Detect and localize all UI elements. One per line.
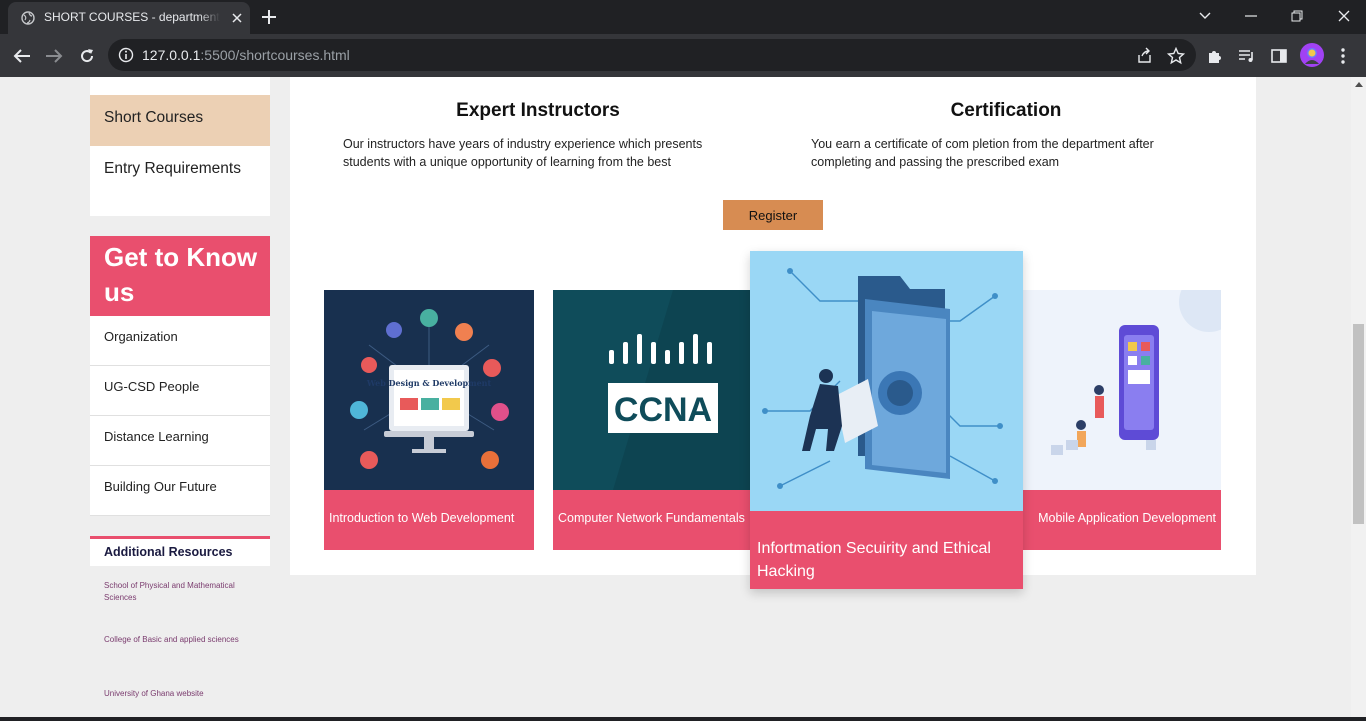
extensions-puzzle-icon[interactable] — [1205, 46, 1225, 66]
image-text-web-design: Web Design & Development — [366, 378, 492, 388]
restore-icon[interactable] — [1285, 6, 1309, 26]
browser-tab-bar: SHORT COURSES - department of Computer S… — [0, 0, 1366, 34]
course-image-security — [750, 251, 1023, 511]
course-title-network-fundamentals: Computer Network Fundamentals — [553, 490, 763, 550]
resource-link-college-basic-applied[interactable]: College of Basic and applied sciences — [104, 634, 264, 646]
sidebar-item-entry-requirements[interactable]: Entry Requirements — [104, 160, 241, 178]
image-text-ccna: CCNA — [614, 391, 712, 429]
sidebar-item-short-courses[interactable]: Short Courses — [90, 95, 270, 146]
globe-icon — [21, 11, 35, 25]
feature-title-expert-instructors: Expert Instructors — [456, 100, 620, 121]
sidebar-item-label: Short Courses — [104, 109, 204, 126]
sidebar-item-ug-csd-people[interactable]: UG-CSD People — [90, 366, 270, 416]
new-tab-icon[interactable] — [260, 8, 278, 26]
sidebar-item-distance-learning[interactable]: Distance Learning — [90, 416, 270, 466]
sidebar-item-building-our-future[interactable]: Building Our Future — [90, 466, 270, 516]
additional-resources: Additional Resources School of Physical … — [90, 536, 270, 717]
share-icon[interactable] — [1136, 47, 1154, 65]
course-image-mobile — [1011, 290, 1221, 490]
sidebar-nav: Short Courses Entry Requirements — [90, 77, 270, 216]
get-to-know-us-header: Get to Know us — [90, 236, 270, 316]
chevron-down-icon[interactable] — [1193, 6, 1217, 26]
get-to-know-us-list: Organization UG-CSD People Distance Lear… — [90, 316, 270, 516]
reload-icon[interactable] — [76, 45, 98, 67]
menu-dots-icon[interactable] — [1333, 46, 1353, 66]
resources-header: Additional Resources — [90, 536, 270, 566]
section-title: Get to Know us — [104, 242, 258, 307]
main-content: Expert Instructors Our instructors have … — [290, 77, 1256, 589]
course-title-web-development: Introduction to Web Development — [324, 490, 534, 550]
course-card-information-security[interactable]: Infortmation Secuirity and Ethical Hacki… — [750, 251, 1023, 589]
resource-link-university-of-ghana[interactable]: University of Ghana website — [104, 688, 264, 700]
profile-avatar[interactable] — [1300, 43, 1324, 67]
tab-title: SHORT COURSES - department of Computer S… — [44, 10, 220, 24]
window-bottom-edge — [0, 717, 1366, 721]
browser-toolbar: 127.0.0.1:5500/shortcourses.html — [0, 34, 1366, 77]
course-card-mobile-development[interactable]: Mobile Application Development — [1011, 290, 1221, 550]
resources-title: Additional Resources — [104, 545, 233, 559]
page-content: Short Courses Entry Requirements Get to … — [0, 77, 1351, 717]
forward-arrow-icon[interactable] — [43, 45, 65, 67]
resource-link-school-physical-math[interactable]: School of Physical and Mathematical Scie… — [104, 580, 264, 604]
course-card-network-fundamentals[interactable]: CCNA Computer Network Fundamentals — [553, 290, 763, 550]
url-text: 127.0.0.1:5500/shortcourses.html — [142, 47, 350, 63]
back-arrow-icon[interactable] — [11, 45, 33, 67]
minimize-icon[interactable] — [1239, 6, 1263, 26]
scrollbar-thumb[interactable] — [1353, 324, 1364, 524]
close-window-icon[interactable] — [1332, 6, 1356, 26]
register-button[interactable]: Register — [723, 200, 823, 230]
feature-title-certification: Certification — [950, 100, 1062, 121]
side-panel-icon[interactable] — [1269, 46, 1289, 66]
page-scrollbar[interactable] — [1351, 77, 1366, 717]
course-image-ccna: CCNA — [553, 290, 763, 490]
media-control-icon[interactable] — [1237, 46, 1257, 66]
bookmark-star-icon[interactable] — [1167, 47, 1185, 65]
close-icon[interactable] — [230, 11, 244, 25]
feature-text-certification: You earn a certificate of com pletion fr… — [811, 137, 1154, 169]
address-bar[interactable]: 127.0.0.1:5500/shortcourses.html — [108, 39, 1196, 71]
course-title-mobile-development: Mobile Application Development — [1011, 490, 1221, 550]
scroll-up-arrow-icon[interactable] — [1355, 82, 1363, 87]
course-title-information-security: Infortmation Secuirity and Ethical Hacki… — [750, 511, 1023, 589]
sidebar-item-organization[interactable]: Organization — [90, 316, 270, 366]
course-image-web-design: Web Design & Development — [324, 290, 534, 490]
browser-tab[interactable]: SHORT COURSES - department of Computer S… — [8, 2, 250, 34]
info-icon[interactable] — [118, 47, 134, 63]
course-card-web-development[interactable]: Web Design & Development Introduction to… — [324, 290, 534, 550]
feature-text-expert-instructors: Our instructors have years of industry e… — [343, 137, 703, 169]
